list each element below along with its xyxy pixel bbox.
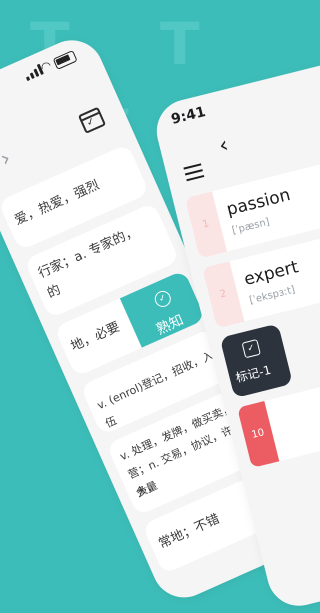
back-chevron-icon[interactable]: ‹ <box>216 133 231 159</box>
definition-text: 地，必要 <box>68 319 123 355</box>
rank-badge: 10 <box>237 401 280 468</box>
status-time: 9:41 <box>169 103 208 128</box>
battery-icon <box>52 50 78 70</box>
definition-text: 爱，热爱，强烈 <box>12 177 102 229</box>
word-text: passion <box>224 185 293 221</box>
check-circle-icon: ✓ <box>152 288 174 310</box>
mark-button[interactable]: ✓ 标记-1 <box>219 323 293 399</box>
rank-badge: 1 <box>184 191 228 259</box>
definition-text: 常地；不错 <box>156 511 223 552</box>
background-logo-icon: T <box>160 10 200 78</box>
check-square-icon: ✓ <box>241 338 261 359</box>
definition-text: 的 <box>45 282 64 302</box>
rank-badge: 2 <box>202 261 245 329</box>
menu-icon[interactable] <box>183 163 205 182</box>
chevron-right-icon[interactable]: › <box>0 146 15 172</box>
calendar-check-icon[interactable] <box>77 106 107 134</box>
phonetic-text: [ˈpæsn] <box>230 216 271 237</box>
mark-label: 标记-1 <box>234 362 273 386</box>
